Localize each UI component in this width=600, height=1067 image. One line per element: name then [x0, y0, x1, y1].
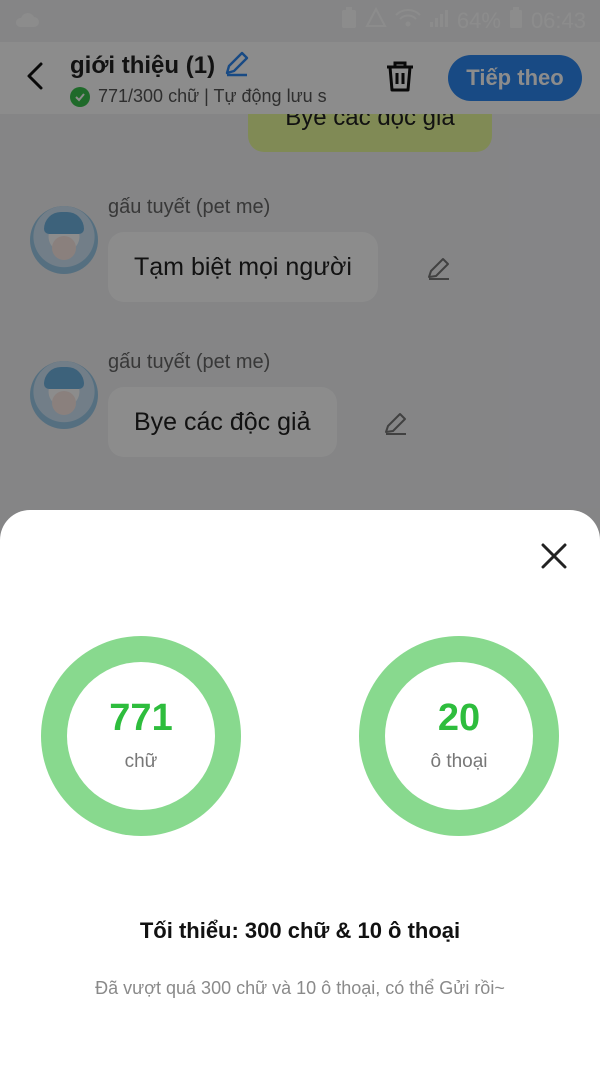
word-count-value: 771: [109, 697, 173, 739]
minimum-requirement: Tối thiểu: 300 chữ & 10 ô thoại: [139, 918, 461, 943]
word-count-label: chữ: [124, 751, 158, 772]
requirement-note: Đã vượt quá 300 chữ và 10 ô thoại, có th…: [95, 978, 505, 998]
dialogue-count-label: ô thoại: [430, 751, 488, 772]
close-icon: [541, 543, 567, 569]
dialogue-count-ring: 20 ô thoại: [359, 636, 559, 836]
word-count-ring: 771 chữ: [41, 636, 241, 836]
close-button[interactable]: [538, 540, 570, 572]
dialogue-count-value: 20: [437, 697, 481, 739]
word-count-sheet: 771 chữ 20 ô thoại Tối thiểu: 300 chữ & …: [0, 510, 600, 1067]
